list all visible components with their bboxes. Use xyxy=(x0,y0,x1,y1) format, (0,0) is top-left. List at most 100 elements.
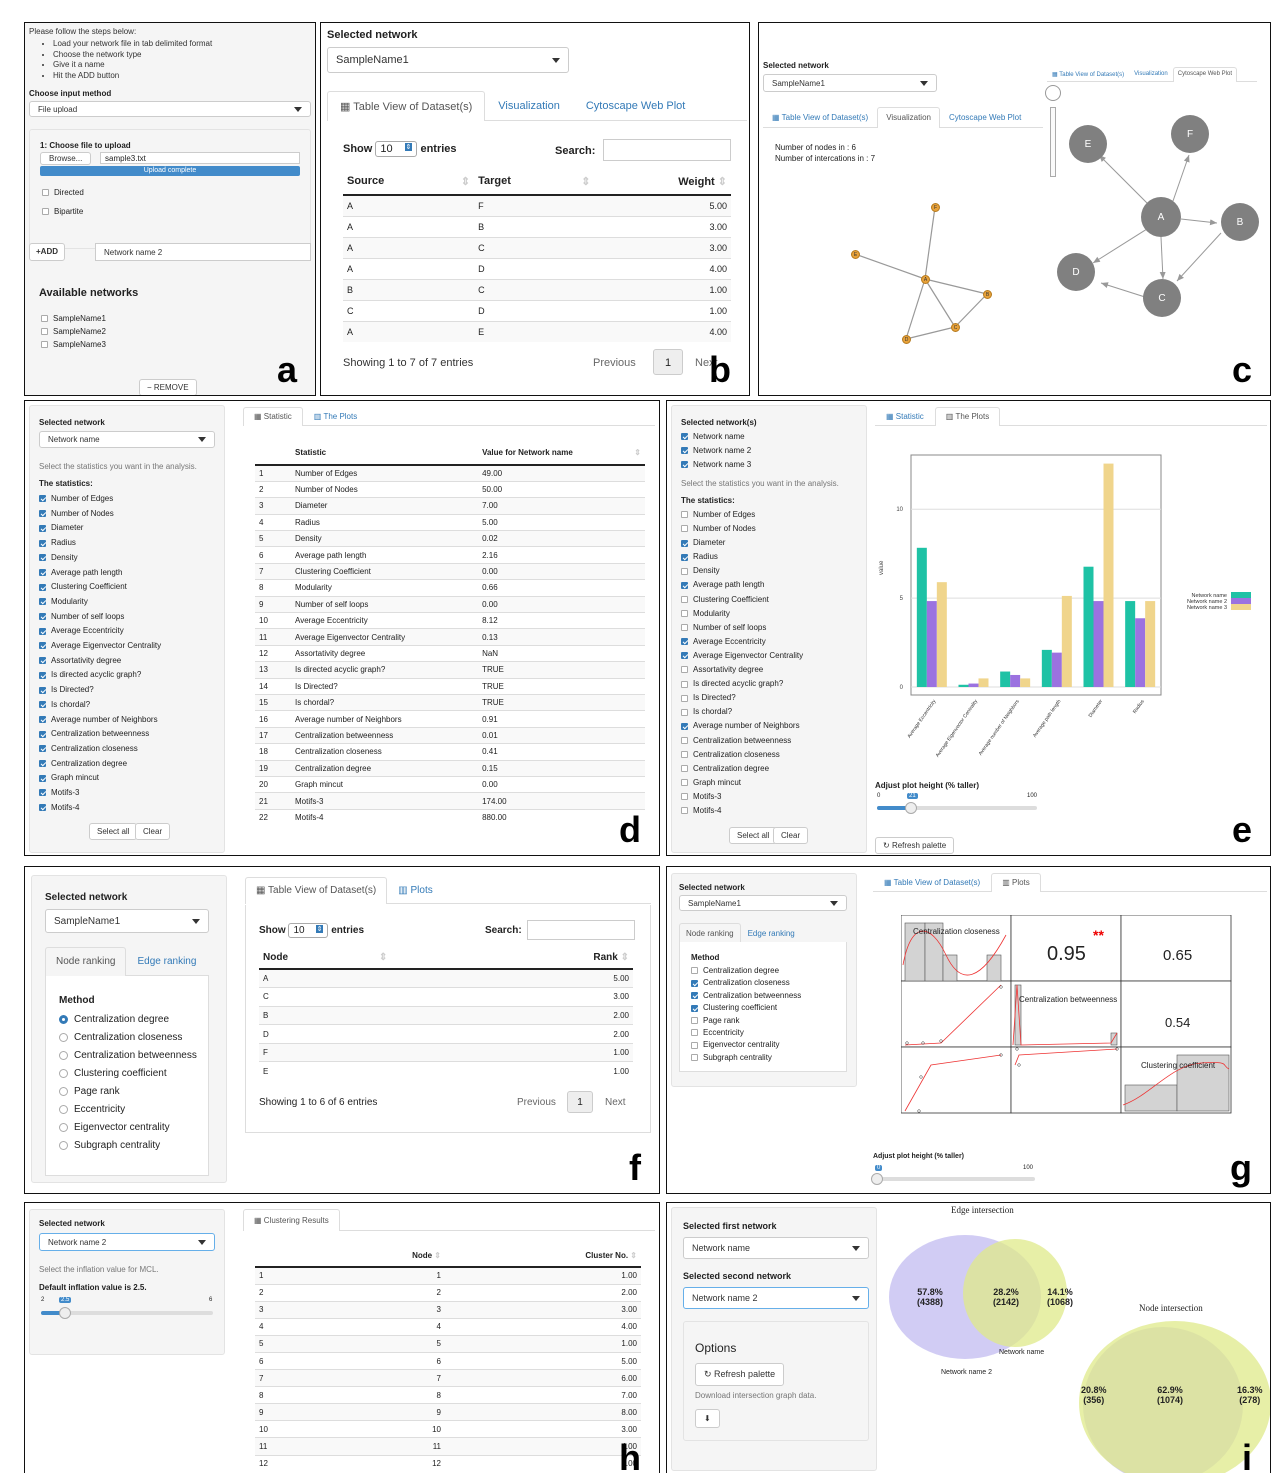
download-button[interactable]: ⬇ xyxy=(695,1409,720,1428)
stat-checkbox[interactable]: Is directed acyclic graph? xyxy=(39,668,161,683)
graph-node[interactable]: B xyxy=(983,290,992,299)
search-input[interactable] xyxy=(527,920,635,940)
tab-node-ranking[interactable]: Node ranking xyxy=(45,947,127,976)
refresh-palette-button[interactable]: ↻ Refresh palette xyxy=(695,1363,785,1386)
tab-plots[interactable]: ▥ Plots xyxy=(387,877,443,903)
stat-checkbox[interactable]: Clustering Coefficient xyxy=(39,580,161,595)
method-radio[interactable]: Page rank xyxy=(59,1083,197,1101)
mini-tab-visualization[interactable]: Visualization xyxy=(1129,67,1173,81)
stat-checkbox[interactable]: Average Eccentricity xyxy=(39,624,161,639)
tab-cytoscape[interactable]: Cytoscape Web Plot xyxy=(940,107,1030,127)
stat-checkbox[interactable]: Is Directed? xyxy=(681,691,803,705)
next-button[interactable]: Next xyxy=(605,1097,626,1108)
network-select[interactable]: SampleName1 xyxy=(763,74,937,92)
network-checkbox[interactable]: SampleName3 xyxy=(41,340,106,349)
stat-checkbox[interactable]: Average path length xyxy=(681,578,803,592)
tab-table-view[interactable]: ▦ Table View of Dataset(s) xyxy=(873,873,991,891)
method-radio[interactable]: Eigenvector centrality xyxy=(59,1119,197,1137)
tab-plots[interactable]: ▥ The Plots xyxy=(934,407,1001,426)
plot-height-slider[interactable] xyxy=(875,1177,1035,1181)
remove-button[interactable]: − REMOVE xyxy=(139,379,197,395)
method-checkbox[interactable]: Centralization degree xyxy=(691,965,801,977)
col-cluster[interactable]: Cluster No. ⇕ xyxy=(445,1245,641,1267)
network-checkbox[interactable]: SampleName1 xyxy=(41,314,106,323)
col-value[interactable]: Value for Network name ⇕ xyxy=(478,441,645,465)
slider-handle[interactable] xyxy=(905,802,917,814)
bipartite-checkbox[interactable]: Bipartite xyxy=(42,207,83,216)
second-network-select[interactable]: Network name 2 xyxy=(683,1287,869,1309)
stat-checkbox[interactable]: Number of Nodes xyxy=(39,507,161,522)
method-radio[interactable]: Centralization betweenness xyxy=(59,1047,197,1065)
tab-cytoscape[interactable]: Cytoscape Web Plot xyxy=(573,91,698,120)
stat-checkbox[interactable]: Average number of Neighbors xyxy=(39,713,161,728)
tab-table-view[interactable]: ▦ Table View of Dataset(s) xyxy=(763,107,877,127)
tab-edge-ranking[interactable]: Edge ranking xyxy=(126,947,207,975)
stat-checkbox[interactable]: Average Eccentricity xyxy=(681,635,803,649)
network-name-input[interactable]: Network name 2 xyxy=(95,243,311,261)
stat-checkbox[interactable]: Number of Edges xyxy=(39,492,161,507)
stat-checkbox[interactable]: Radius xyxy=(681,550,803,564)
method-radio[interactable]: Subgraph centrality xyxy=(59,1137,197,1155)
method-radio[interactable]: Centralization degree xyxy=(59,1011,197,1029)
pan-control-icon[interactable] xyxy=(1045,85,1061,101)
network-select[interactable]: SampleName1 xyxy=(45,909,209,933)
mini-tab-cytoscape[interactable]: Cytoscape Web Plot xyxy=(1172,67,1237,82)
mini-tab-table[interactable]: ▦ Table View of Dataset(s) xyxy=(1047,67,1129,81)
stat-checkbox[interactable]: Clustering Coefficient xyxy=(681,593,803,607)
stat-checkbox[interactable]: Radius xyxy=(39,536,161,551)
browse-button[interactable]: Browse... xyxy=(40,152,92,165)
graph-node[interactable]: F xyxy=(931,203,940,212)
graph-node[interactable]: D xyxy=(902,335,911,344)
method-checkbox[interactable]: Page rank xyxy=(691,1015,801,1027)
method-checkbox[interactable]: Eccentricity xyxy=(691,1027,801,1039)
tab-visualization[interactable]: Visualization xyxy=(485,91,573,120)
stat-checkbox[interactable]: Number of self loops xyxy=(39,610,161,625)
method-checkbox[interactable]: Clustering coefficient xyxy=(691,1002,801,1014)
slider-handle[interactable] xyxy=(871,1173,883,1185)
method-checkbox[interactable]: Centralization betweenness xyxy=(691,990,801,1002)
refresh-palette-button[interactable]: ↻ Refresh palette xyxy=(875,837,955,854)
stat-checkbox[interactable]: Average number of Neighbors xyxy=(681,719,803,733)
graph-node[interactable]: A xyxy=(921,275,930,284)
stat-checkbox[interactable]: Modularity xyxy=(681,607,803,621)
graph-node[interactable]: D xyxy=(1057,253,1095,291)
clear-button[interactable]: Clear xyxy=(135,823,171,840)
tab-clustering-results[interactable]: ▦ Clustering Results xyxy=(243,1209,340,1231)
stat-checkbox[interactable]: Average path length xyxy=(39,566,161,581)
stat-checkbox[interactable]: Centralization degree xyxy=(681,762,803,776)
graph-node[interactable]: F xyxy=(1171,115,1209,153)
stat-checkbox[interactable]: Density xyxy=(39,551,161,566)
add-button[interactable]: +ADD xyxy=(29,243,66,261)
stat-checkbox[interactable]: Diameter xyxy=(39,521,161,536)
col-node[interactable]: Node ⇕ xyxy=(335,1245,445,1267)
tab-statistic[interactable]: ▦ Statistic xyxy=(875,407,935,425)
stat-checkbox[interactable]: Is Directed? xyxy=(39,683,161,698)
stat-checkbox[interactable]: Is chordal? xyxy=(39,698,161,713)
first-network-select[interactable]: Network name xyxy=(683,1237,869,1259)
col-source[interactable]: Source ⇕ xyxy=(343,169,474,195)
stat-checkbox[interactable]: Centralization closeness xyxy=(39,742,161,757)
network-select[interactable]: SampleName1 xyxy=(679,895,847,911)
graph-node[interactable]: B xyxy=(1221,203,1259,241)
graph-node[interactable]: C xyxy=(951,323,960,332)
tab-statistic[interactable]: ▦ Statistic xyxy=(243,407,303,426)
stat-checkbox[interactable]: Motifs-3 xyxy=(681,790,803,804)
col-weight[interactable]: Weight ⇕ xyxy=(594,169,731,195)
tab-table-view[interactable]: ▦ Table View of Dataset(s) xyxy=(327,91,486,121)
stat-checkbox[interactable]: Average Eigenvector Centrality xyxy=(681,649,803,663)
tab-plots[interactable]: ▥ Plots xyxy=(991,873,1041,892)
stat-checkbox[interactable]: Centralization betweenness xyxy=(39,727,161,742)
network-select[interactable]: Network name xyxy=(39,431,215,448)
page-button[interactable]: 1 xyxy=(653,349,683,375)
graph-node[interactable]: E xyxy=(1069,125,1107,163)
method-radio[interactable]: Centralization closeness xyxy=(59,1029,197,1047)
entries-select[interactable]: 10 ⇕ xyxy=(288,923,329,938)
tab-table-view[interactable]: ▦ Table View of Dataset(s) xyxy=(245,877,388,904)
tab-plots[interactable]: ▥ The Plots xyxy=(303,407,368,425)
stat-checkbox[interactable]: Is chordal? xyxy=(681,705,803,719)
col-statistic[interactable]: Statistic xyxy=(291,441,478,465)
tab-node-ranking[interactable]: Node ranking xyxy=(679,923,741,944)
network-select[interactable]: SampleName1 xyxy=(327,47,569,73)
stat-checkbox[interactable]: Motifs-3 xyxy=(39,786,161,801)
stat-checkbox[interactable]: Graph mincut xyxy=(681,776,803,790)
